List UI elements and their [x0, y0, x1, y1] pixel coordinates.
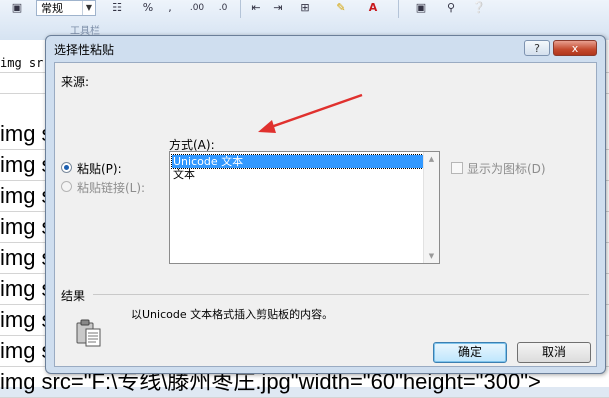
dialog-titlebar[interactable]: 选择性粘贴 ? x	[46, 36, 605, 62]
close-button[interactable]: x	[553, 40, 597, 56]
help-icon[interactable]: ❔	[470, 0, 488, 16]
fill-color-icon[interactable]: ✎	[330, 0, 352, 16]
result-label: 结果	[61, 289, 86, 303]
format-painter-icon[interactable]: ▣	[4, 0, 30, 16]
dialog-body: 来源: 方式(A): 粘贴(P): 粘贴链接(L): Unicode 文本 文本…	[54, 62, 597, 367]
show-as-icon-checkbox[interactable]	[451, 162, 463, 174]
clipboard-icon	[76, 319, 101, 347]
decrease-indent-icon[interactable]: ⇤	[246, 0, 266, 16]
paste-link-option-label[interactable]: 粘贴链接(L):	[77, 179, 145, 196]
increase-indent-icon[interactable]: ⇥	[268, 0, 288, 16]
search-icon[interactable]: ⚲	[440, 0, 462, 16]
number-format-value: 常规	[41, 2, 63, 15]
decrease-decimal-icon[interactable]: .0	[212, 0, 234, 16]
scroll-up-icon[interactable]: ▲	[424, 153, 439, 165]
paste-special-dialog: 选择性粘贴 ? x 来源: 方式(A): 粘贴(P): 粘贴链接(L): Uni…	[45, 35, 606, 374]
increase-decimal-icon[interactable]: .00	[186, 0, 208, 16]
cancel-button[interactable]: 取消	[517, 342, 591, 363]
result-description: 以Unicode 文本格式插入剪贴板的内容。	[131, 308, 334, 321]
number-format-combo[interactable]: 常规 ▼	[36, 0, 96, 16]
format-listbox[interactable]: Unicode 文本 文本 ▲ ▼	[169, 151, 440, 264]
dialog-title: 选择性粘贴	[54, 43, 115, 57]
result-divider	[93, 294, 589, 295]
window-icon[interactable]: ▣	[410, 0, 432, 16]
scroll-down-icon[interactable]: ▼	[424, 250, 439, 262]
list-item[interactable]: 文本	[172, 168, 423, 181]
currency-icon[interactable]: ☷	[106, 0, 128, 16]
list-item[interactable]: Unicode 文本	[171, 154, 424, 169]
ok-button[interactable]: 确定	[433, 342, 507, 363]
font-color-icon[interactable]: A	[362, 0, 384, 16]
percent-button[interactable]: %	[140, 0, 156, 16]
comma-button[interactable]: ,	[162, 0, 178, 16]
listbox-scrollbar[interactable]: ▲ ▼	[423, 152, 439, 263]
paste-link-radio[interactable]	[61, 181, 72, 192]
source-label: 来源:	[61, 75, 90, 89]
paste-option-label[interactable]: 粘贴(P):	[77, 160, 122, 177]
toolbar-divider	[398, 0, 399, 18]
chevron-down-icon[interactable]: ▼	[82, 1, 95, 15]
paste-radio[interactable]	[61, 162, 72, 173]
toolbar-divider	[240, 0, 241, 18]
borders-icon[interactable]: ⊞	[294, 0, 316, 16]
help-button[interactable]: ?	[524, 40, 550, 56]
show-as-icon-label[interactable]: 显示为图标(D)	[467, 160, 546, 177]
